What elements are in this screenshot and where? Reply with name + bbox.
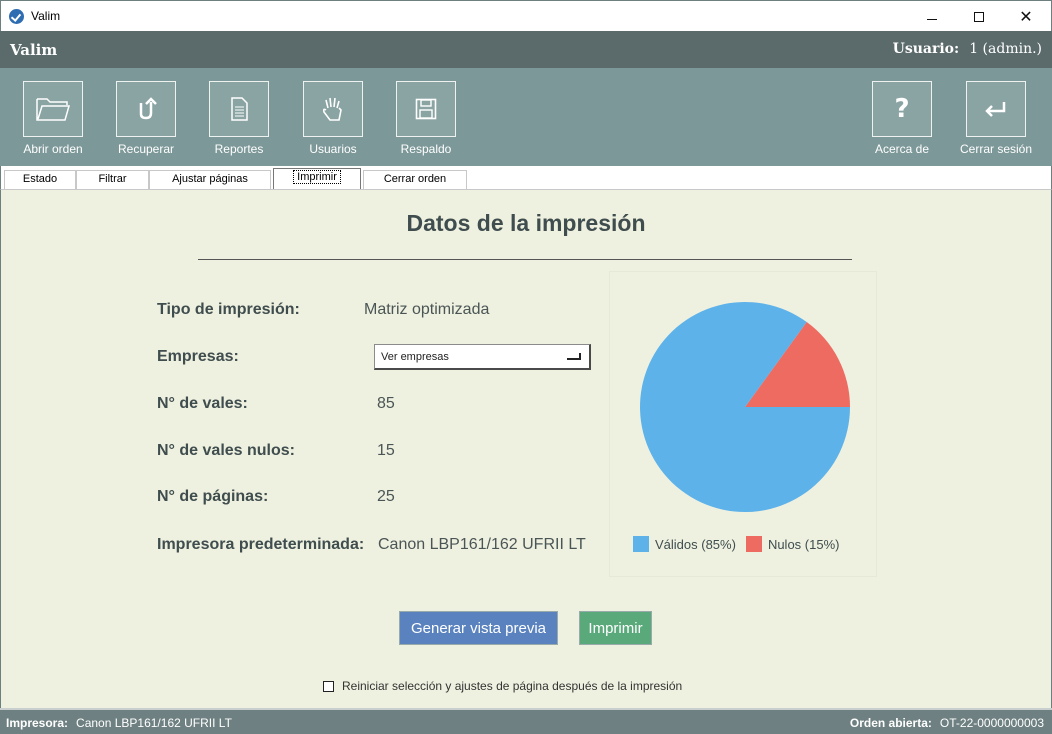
status-printer-value: Canon LBP161/162 UFRII LT (76, 716, 232, 730)
tab-estado-label: Estado (22, 173, 58, 185)
pie-chart (640, 301, 850, 512)
tab-filtrar-label: Filtrar (98, 173, 127, 185)
toolbar: Abrir orden Recuperar Reportes Usuarios … (0, 68, 1052, 166)
app-header: Valim Usuario: 1 (admin.) (0, 31, 1052, 68)
status-order: Orden abierta: OT-22-0000000003 (850, 716, 1044, 730)
maximize-icon (974, 11, 984, 22)
tab-cerrar-orden[interactable]: Cerrar orden (363, 170, 467, 189)
about-label: Acerca de (874, 142, 930, 156)
heading-divider (198, 259, 852, 260)
companies-select[interactable]: Ver empresas (374, 344, 591, 370)
open-order-button[interactable]: Abrir orden (13, 68, 93, 166)
tab-estado[interactable]: Estado (4, 170, 76, 189)
pages-count-label: N° de páginas: (157, 488, 269, 505)
maximize-button[interactable] (956, 1, 1002, 32)
companies-select-value: Ver empresas (381, 351, 449, 363)
default-printer-label: Impresora predeterminada: (157, 536, 365, 553)
null-vouchers-label: N° de vales nulos: (157, 442, 295, 459)
tab-imprimir[interactable]: Imprimir (273, 168, 361, 189)
vouchers-count-label: N° de vales: (157, 395, 248, 412)
logout-button[interactable]: Cerrar sesión (956, 68, 1036, 166)
print-type-value: Matriz optimizada (364, 301, 490, 318)
page-title: Datos de la impresión (406, 210, 646, 236)
status-order-value: OT-22-0000000003 (939, 716, 1044, 730)
app-name: Valim (10, 41, 58, 59)
print-panel: Datos de la impresión Tipo de impresión:… (0, 189, 1052, 708)
return-icon (966, 81, 1026, 137)
about-button[interactable]: ? Acerca de (862, 68, 942, 166)
legend-item-valid: Válidos (85%) (633, 536, 736, 552)
user-label: Usuario: (892, 41, 960, 57)
chart-panel (609, 271, 877, 577)
default-printer-value: Canon LBP161/162 UFRII LT (378, 536, 586, 553)
open-order-label: Abrir orden (23, 142, 83, 156)
tab-ajustar-paginas-label: Ajustar páginas (172, 173, 248, 185)
pages-count-value: 25 (377, 488, 395, 505)
minimize-icon (927, 19, 937, 20)
logout-label: Cerrar sesión (959, 142, 1033, 156)
print-type-label: Tipo de impresión: (157, 301, 300, 318)
reset-checkbox[interactable] (323, 680, 334, 692)
vouchers-count-value: 85 (377, 395, 395, 412)
window-title: Valim (31, 9, 61, 23)
user-info: Usuario: 1 (admin.) (893, 41, 1042, 57)
reports-button[interactable]: Reportes (199, 68, 279, 166)
tab-cerrar-orden-label: Cerrar orden (383, 173, 447, 185)
reset-checkbox-label[interactable]: Reiniciar selección y ajustes de página … (342, 679, 682, 693)
chart-legend: Válidos (85%) Nulos (15%) (633, 536, 849, 552)
tab-ajustar-paginas[interactable]: Ajustar páginas (149, 170, 271, 189)
hand-icon (303, 81, 363, 137)
minimize-button[interactable] (909, 1, 955, 32)
close-button[interactable]: ✕ (1003, 1, 1049, 32)
tab-imprimir-label: Imprimir (293, 170, 341, 184)
recover-button[interactable]: Recuperar (106, 68, 186, 166)
dropdown-arrow-icon (567, 353, 581, 360)
undo-icon (116, 81, 176, 137)
question-icon: ? (872, 81, 932, 137)
folder-icon (23, 81, 83, 137)
window-titlebar: Valim ✕ (0, 0, 1052, 31)
companies-label: Empresas: (157, 348, 239, 365)
user-value: 1 (admin.) (969, 41, 1042, 57)
document-icon (209, 81, 269, 137)
legend-label-valid: Válidos (85%) (655, 536, 736, 552)
users-button[interactable]: Usuarios (293, 68, 373, 166)
status-printer-label: Impresora: (6, 716, 69, 730)
print-button[interactable]: Imprimir (579, 611, 652, 645)
backup-button[interactable]: Respaldo (386, 68, 466, 166)
backup-label: Respaldo (400, 142, 452, 156)
tab-filtrar[interactable]: Filtrar (76, 170, 149, 189)
tab-bar: Estado Filtrar Ajustar páginas Imprimir … (0, 166, 1052, 189)
floppy-disk-icon (396, 81, 456, 137)
reports-label: Reportes (214, 142, 264, 156)
users-label: Usuarios (309, 142, 357, 156)
legend-swatch-null (745, 536, 762, 552)
null-vouchers-value: 15 (377, 442, 395, 459)
app-logo-icon (9, 9, 24, 24)
status-printer: Impresora: Canon LBP161/162 UFRII LT (6, 716, 232, 730)
reset-option: Reiniciar selección y ajustes de página … (323, 679, 682, 693)
close-icon: ✕ (1019, 8, 1033, 26)
status-order-label: Orden abierta: (849, 716, 932, 730)
legend-swatch-valid (633, 536, 649, 552)
legend-label-null: Nulos (15%) (767, 536, 840, 552)
generate-preview-button[interactable]: Generar vista previa (399, 611, 558, 645)
status-bar: Impresora: Canon LBP161/162 UFRII LT Orde… (0, 708, 1052, 734)
legend-item-null: Nulos (15%) (745, 536, 840, 552)
recover-label: Recuperar (117, 142, 175, 156)
